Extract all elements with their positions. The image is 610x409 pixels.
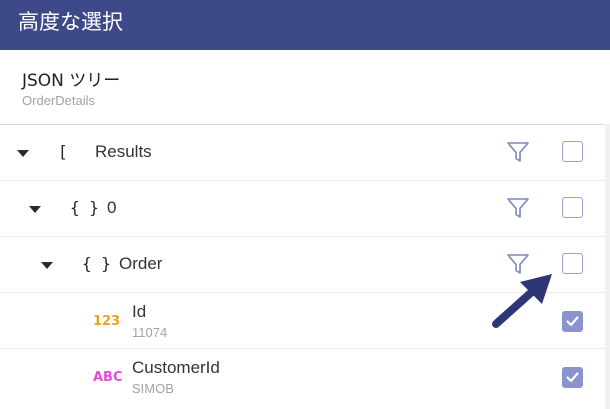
- field-name: Id: [132, 302, 147, 321]
- field-value: SIMOB: [132, 381, 174, 396]
- tree-row-results[interactable]: [ Results: [0, 125, 610, 181]
- caret-down-icon[interactable]: [29, 206, 41, 213]
- node-label: 0: [107, 198, 117, 217]
- field-name: CustomerId: [132, 358, 220, 377]
- node-label: Results: [95, 142, 152, 161]
- source-title: JSON ツリー: [22, 71, 121, 91]
- object-bracket: { }: [70, 198, 99, 217]
- source-info: JSON ツリー OrderDetails: [0, 50, 610, 125]
- tree-field-customerid[interactable]: ABC CustomerId SIMOB: [0, 349, 610, 405]
- select-checkbox[interactable]: [562, 197, 583, 218]
- text-type-badge: ABC: [93, 370, 123, 385]
- scrollbar[interactable]: [605, 124, 610, 409]
- source-subtitle: OrderDetails: [22, 93, 95, 108]
- caret-down-icon[interactable]: [17, 150, 29, 157]
- select-checkbox[interactable]: [562, 311, 583, 332]
- tree-row-index-0[interactable]: { } 0: [0, 181, 610, 237]
- select-checkbox[interactable]: [562, 367, 583, 388]
- array-bracket: [: [58, 142, 68, 161]
- tree-row-order[interactable]: { } Order: [0, 237, 610, 293]
- filter-icon[interactable]: [506, 140, 530, 164]
- node-label: Order: [119, 254, 163, 273]
- object-bracket: { }: [82, 254, 111, 273]
- tree-field-id[interactable]: 123 Id 11074: [0, 293, 610, 349]
- check-icon: [566, 316, 579, 327]
- caret-down-icon[interactable]: [41, 262, 53, 269]
- field-value: 11074: [132, 325, 168, 340]
- select-checkbox[interactable]: [562, 141, 583, 162]
- header-bar: 高度な選択: [0, 0, 610, 50]
- json-tree: [ Results { } 0 { } Order 123 Id 11074 A…: [0, 124, 610, 409]
- filter-icon[interactable]: [506, 252, 530, 276]
- filter-icon[interactable]: [506, 196, 530, 220]
- select-checkbox[interactable]: [562, 253, 583, 274]
- dialog-title: 高度な選択: [18, 10, 123, 34]
- check-icon: [566, 372, 579, 383]
- number-type-badge: 123: [93, 314, 121, 329]
